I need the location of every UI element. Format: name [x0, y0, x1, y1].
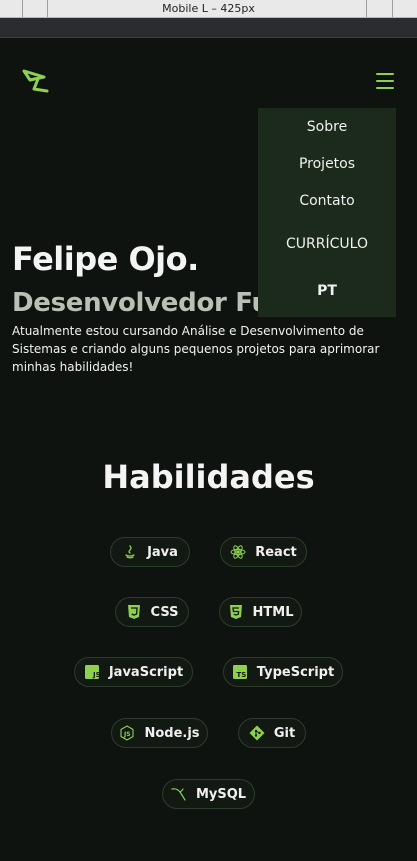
- skill-label: React: [255, 544, 297, 560]
- skill-label: JavaScript: [108, 664, 184, 680]
- skill-chip-typescript: TS TypeScript: [223, 657, 343, 687]
- skill-chip-git: Git: [238, 718, 306, 748]
- skill-chip-html: HTML: [219, 597, 302, 627]
- skill-chip-nodejs: JS Node.js: [111, 718, 208, 748]
- skill-label: TypeScript: [256, 664, 335, 680]
- nav-item-sobre[interactable]: Sobre: [258, 119, 396, 135]
- nav-item-curriculo[interactable]: CURRÍCULO: [258, 236, 396, 252]
- skill-chip-java: Java: [110, 537, 190, 567]
- react-icon: [230, 544, 246, 560]
- skill-label: Node.js: [144, 725, 200, 741]
- viewport-size-label: Mobile L – 425px: [162, 2, 255, 15]
- svg-text:TS: TS: [236, 671, 246, 679]
- svg-text:JS: JS: [92, 671, 100, 679]
- skill-label: CSS: [150, 604, 179, 620]
- nav-item-contato[interactable]: Contato: [258, 193, 396, 209]
- nodejs-icon: JS: [119, 725, 135, 741]
- skill-label: HTML: [252, 604, 294, 620]
- skills-title: Habilidades: [102, 458, 315, 496]
- hero-name: Felipe Ojo.: [12, 240, 199, 278]
- hamburger-line: [376, 87, 394, 89]
- skill-chip-mysql: MySQL: [162, 779, 255, 809]
- git-icon: [249, 725, 265, 741]
- devtools-viewport-ruler: Mobile L – 425px: [0, 0, 417, 18]
- css-icon: [126, 604, 142, 620]
- skill-label: Git: [273, 725, 296, 741]
- logo-icon: [22, 69, 49, 93]
- java-icon: [122, 544, 138, 560]
- site-logo[interactable]: [22, 67, 50, 95]
- skill-chip-css: CSS: [115, 597, 189, 627]
- mysql-icon: [171, 786, 187, 802]
- divider: [0, 37, 417, 38]
- devtools-bar: [0, 18, 417, 37]
- hamburger-line: [376, 73, 394, 75]
- javascript-icon: JS: [84, 664, 100, 680]
- hero-role: Desenvolvedor Full: [12, 288, 258, 318]
- typescript-icon: TS: [232, 664, 248, 680]
- hamburger-menu-button[interactable]: [374, 70, 396, 92]
- nav-item-projetos[interactable]: Projetos: [258, 156, 396, 172]
- language-toggle[interactable]: PT: [258, 283, 396, 299]
- svg-text:JS: JS: [123, 731, 131, 738]
- hamburger-line: [376, 80, 394, 82]
- skill-chip-react: React: [220, 537, 307, 567]
- skill-chip-javascript: JS JavaScript: [74, 657, 193, 687]
- html-icon: [228, 604, 244, 620]
- skill-label: Java: [147, 544, 178, 560]
- hero-description: Atualmente estou cursando Análise e Dese…: [12, 324, 380, 374]
- nav-dropdown-menu: Sobre Projetos Contato CURRÍCULO PT: [258, 108, 396, 317]
- skill-label: MySQL: [195, 786, 247, 802]
